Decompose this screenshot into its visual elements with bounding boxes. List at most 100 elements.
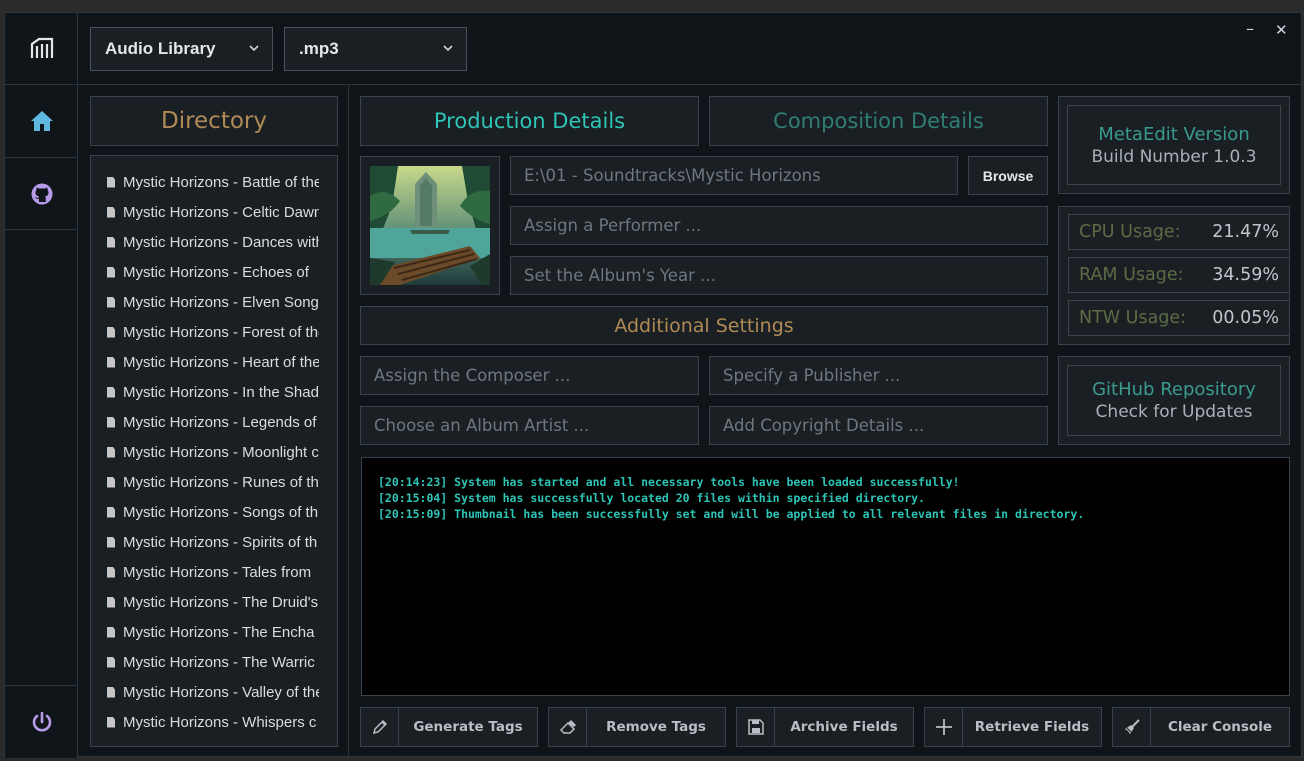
file-list-item[interactable]: Mystic Horizons - In the Shad bbox=[107, 382, 319, 402]
ntw-usage: NTW Usage: 00.05% bbox=[1068, 300, 1290, 336]
file-list-item[interactable]: Mystic Horizons - Echoes of bbox=[107, 262, 319, 282]
format-select-value: .mp3 bbox=[299, 39, 339, 58]
file-icon bbox=[107, 206, 115, 218]
cpu-usage: CPU Usage: 21.47% bbox=[1068, 214, 1290, 250]
performer-input[interactable]: Assign a Performer ... bbox=[510, 206, 1048, 245]
file-list-item[interactable]: Mystic Horizons - Heart of the bbox=[107, 352, 319, 372]
year-input[interactable]: Set the Album's Year ... bbox=[510, 256, 1048, 295]
file-icon bbox=[107, 596, 115, 608]
album-art-thumbnail bbox=[370, 166, 490, 285]
file-name: Mystic Horizons - Moonlight c bbox=[123, 443, 319, 461]
file-list-item[interactable]: Mystic Horizons - Dances with bbox=[107, 232, 319, 252]
home-icon bbox=[30, 111, 53, 131]
directory-header: Directory bbox=[90, 96, 338, 146]
save-icon bbox=[737, 708, 775, 746]
file-icon bbox=[107, 266, 115, 278]
copyright-input[interactable]: Add Copyright Details ... bbox=[709, 406, 1048, 445]
file-name: Mystic Horizons - Songs of th bbox=[123, 503, 319, 521]
chevron-down-icon bbox=[443, 45, 453, 52]
console-output[interactable]: [20:14:23] System has started and all ne… bbox=[361, 457, 1290, 696]
file-list-item[interactable]: Mystic Horizons - The Encha bbox=[107, 622, 319, 642]
file-name: Mystic Horizons - Celtic Dawn bbox=[123, 203, 319, 221]
additional-settings-title: Additional Settings bbox=[614, 314, 794, 337]
version-box[interactable]: MetaEdit Version Build Number 1.0.3 bbox=[1067, 105, 1281, 185]
year-input-placeholder: Set the Album's Year ... bbox=[524, 266, 716, 285]
file-list-item[interactable]: Mystic Horizons - Songs of th bbox=[107, 502, 319, 522]
file-icon bbox=[107, 716, 115, 728]
build-number: Build Number 1.0.3 bbox=[1091, 146, 1257, 167]
file-list-item[interactable]: Mystic Horizons - Moonlight c bbox=[107, 442, 319, 462]
file-name: Mystic Horizons - Heart of the bbox=[123, 353, 319, 371]
library-select[interactable]: Audio Library bbox=[90, 27, 273, 71]
archive-fields-label: Archive Fields bbox=[790, 719, 898, 735]
file-icon bbox=[107, 386, 115, 398]
console-line: [20:15:04] System has successfully locat… bbox=[378, 491, 925, 505]
additional-settings-header: Additional Settings bbox=[360, 306, 1048, 345]
github-panel: GitHub Repository Check for Updates bbox=[1058, 356, 1290, 445]
tab-composition-details[interactable]: Composition Details bbox=[709, 96, 1048, 146]
cpu-usage-label: CPU Usage: bbox=[1079, 222, 1181, 242]
remove-tags-button[interactable]: Remove Tags bbox=[548, 707, 726, 747]
generate-tags-button[interactable]: Generate Tags bbox=[360, 707, 538, 747]
file-icon bbox=[107, 446, 115, 458]
clear-console-button[interactable]: Clear Console bbox=[1112, 707, 1290, 747]
plus-icon bbox=[925, 708, 963, 746]
generate-tags-label: Generate Tags bbox=[413, 719, 523, 735]
file-list-item[interactable]: Mystic Horizons - Whispers c bbox=[107, 712, 319, 732]
file-list-item[interactable]: Mystic Horizons - Runes of th bbox=[107, 472, 319, 492]
directory-title: Directory bbox=[160, 108, 267, 134]
file-icon bbox=[107, 296, 115, 308]
file-list-item[interactable]: Mystic Horizons - Elven Songs bbox=[107, 292, 319, 312]
tab-production-details[interactable]: Production Details bbox=[360, 96, 699, 146]
file-list-item[interactable]: Mystic Horizons - Tales from bbox=[107, 562, 319, 582]
file-list-item[interactable]: Mystic Horizons - Forest of the bbox=[107, 322, 319, 342]
file-list-item[interactable]: Mystic Horizons - Celtic Dawn bbox=[107, 202, 319, 222]
file-icon bbox=[107, 416, 115, 428]
file-list-item[interactable]: Mystic Horizons - Valley of the bbox=[107, 682, 319, 702]
cpu-usage-value: 21.47% bbox=[1212, 222, 1279, 242]
format-select[interactable]: .mp3 bbox=[284, 27, 467, 71]
file-icon bbox=[107, 326, 115, 338]
power-button[interactable] bbox=[5, 686, 78, 758]
browse-button[interactable]: Browse bbox=[968, 156, 1048, 195]
header-divider bbox=[78, 84, 1303, 85]
file-name: Mystic Horizons - Valley of the bbox=[123, 683, 319, 701]
publisher-input[interactable]: Specify a Publisher ... bbox=[709, 356, 1048, 395]
tab-composition-label: Composition Details bbox=[773, 109, 984, 133]
file-list-item[interactable]: Mystic Horizons - Spirits of th bbox=[107, 532, 319, 552]
composer-input-placeholder: Assign the Composer ... bbox=[374, 366, 571, 385]
sidebar-logo bbox=[5, 13, 78, 85]
file-name: Mystic Horizons - Elven Songs bbox=[123, 293, 319, 311]
file-list-item[interactable]: Mystic Horizons - Battle of the bbox=[107, 172, 319, 192]
file-icon bbox=[107, 506, 115, 518]
performer-input-placeholder: Assign a Performer ... bbox=[524, 216, 702, 235]
file-list-item[interactable]: Mystic Horizons - The Warric bbox=[107, 652, 319, 672]
album-art-frame[interactable] bbox=[360, 156, 500, 295]
retrieve-fields-button[interactable]: Retrieve Fields bbox=[924, 707, 1102, 747]
publisher-input-placeholder: Specify a Publisher ... bbox=[723, 366, 901, 385]
file-list[interactable]: Mystic Horizons - Battle of the Mystic Ho… bbox=[90, 155, 338, 747]
file-list-item[interactable]: Mystic Horizons - Legends of bbox=[107, 412, 319, 432]
composer-input[interactable]: Assign the Composer ... bbox=[360, 356, 699, 395]
path-field[interactable]: E:\01 - Soundtracks\Mystic Horizons bbox=[510, 156, 958, 195]
file-name: Mystic Horizons - The Druid's bbox=[123, 593, 319, 611]
file-list-item[interactable]: Mystic Horizons - The Druid's bbox=[107, 592, 319, 612]
album-artist-input[interactable]: Choose an Album Artist ... bbox=[360, 406, 699, 445]
browse-button-label: Browse bbox=[982, 167, 1034, 184]
minimize-button[interactable]: – bbox=[1246, 19, 1254, 38]
file-icon bbox=[107, 626, 115, 638]
sidebar-item-github[interactable] bbox=[5, 158, 78, 230]
close-button[interactable]: ✕ bbox=[1275, 21, 1288, 39]
github-repository-button[interactable]: GitHub Repository Check for Updates bbox=[1067, 365, 1281, 436]
ram-usage-value: 34.59% bbox=[1212, 265, 1279, 285]
file-name: Mystic Horizons - Forest of the bbox=[123, 323, 319, 341]
file-name: Mystic Horizons - Dances with bbox=[123, 233, 319, 251]
sidebar-item-home[interactable] bbox=[5, 85, 78, 158]
path-field-value: E:\01 - Soundtracks\Mystic Horizons bbox=[524, 166, 821, 185]
file-icon bbox=[107, 356, 115, 368]
ntw-usage-label: NTW Usage: bbox=[1079, 308, 1187, 328]
retrieve-fields-label: Retrieve Fields bbox=[974, 719, 1090, 735]
clear-console-label: Clear Console bbox=[1167, 719, 1273, 735]
file-name: Mystic Horizons - Spirits of th bbox=[123, 533, 318, 551]
archive-fields-button[interactable]: Archive Fields bbox=[736, 707, 914, 747]
